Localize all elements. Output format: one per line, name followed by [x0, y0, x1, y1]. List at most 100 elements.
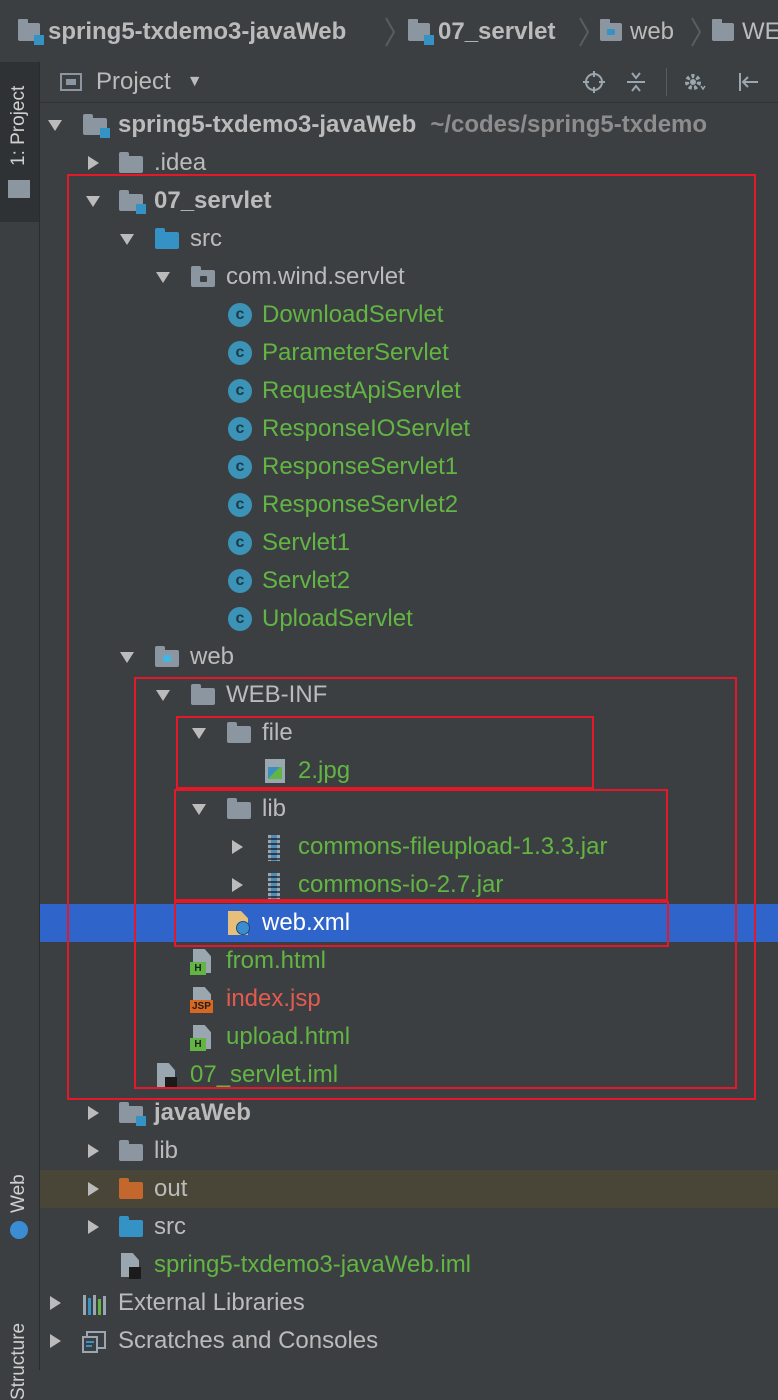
breadcrumb: spring5-txdemo3-javaWeb 07_servlet web W… [0, 0, 778, 63]
tree-item-upload-html[interactable]: H upload.html [40, 1018, 778, 1056]
excluded-folder-icon [118, 1177, 144, 1201]
html-file-icon: H [190, 1025, 216, 1051]
tree-item-label: Scratches and Consoles [118, 1327, 379, 1354]
gear-icon[interactable] [680, 68, 708, 96]
tree-item-web-inf[interactable]: WEB-INF [40, 676, 778, 714]
tree-item-from-html[interactable]: H from.html [40, 942, 778, 980]
folder-icon [118, 1139, 144, 1163]
tree-item-src[interactable]: src [40, 220, 778, 258]
class-icon: c [228, 341, 254, 365]
tree-item-class[interactable]: c Servlet2 [40, 562, 778, 600]
chevron-down-icon[interactable] [154, 268, 172, 286]
tree-item-web[interactable]: web [40, 638, 778, 676]
chevron-right-icon[interactable] [228, 876, 246, 894]
web-folder-icon [154, 645, 180, 669]
xml-file-icon [226, 911, 252, 935]
folder-icon [190, 683, 216, 707]
chevron-down-icon[interactable] [190, 800, 208, 818]
collapse-icon[interactable] [622, 68, 650, 96]
chevron-right-icon[interactable] [84, 1104, 102, 1122]
tab-structure-label: Structure [8, 1322, 29, 1400]
tree-item-lib-dir[interactable]: lib [40, 790, 778, 828]
chevron-right-icon[interactable] [46, 1294, 64, 1312]
chevron-right-icon[interactable] [84, 154, 102, 172]
breadcrumb-item-web[interactable]: web [600, 15, 674, 49]
chevron-right-icon[interactable] [84, 1180, 102, 1198]
locate-icon[interactable] [580, 68, 608, 96]
chevron-right-icon[interactable] [84, 1218, 102, 1236]
tree-item-root[interactable]: spring5-txdemo3-javaWeb ~/codes/spring5-t… [40, 106, 778, 144]
chevron-right-icon[interactable] [228, 838, 246, 856]
tree-item-web-xml[interactable]: web.xml [40, 904, 778, 942]
breadcrumb-item-07-servlet[interactable]: 07_servlet [408, 15, 555, 49]
tree-item-label: ParameterServlet [262, 339, 449, 366]
tab-structure[interactable]: Structure [0, 1282, 39, 1400]
tree-item-class[interactable]: c ResponseServlet2 [40, 486, 778, 524]
tree-item-out[interactable]: out [40, 1170, 778, 1208]
tree-item-class[interactable]: c RequestApiServlet [40, 372, 778, 410]
tree-item-class[interactable]: c ResponseServlet1 [40, 448, 778, 486]
tree-item-class[interactable]: c ResponseIOServlet [40, 410, 778, 448]
tree-item-index-jsp[interactable]: JSP index.jsp [40, 980, 778, 1018]
tree-item-label: 07_servlet [154, 187, 272, 214]
chevron-right-icon[interactable] [84, 1142, 102, 1160]
tree-item-class[interactable]: c UploadServlet [40, 600, 778, 638]
jar-icon [262, 873, 288, 899]
tree-item-label: lib [262, 795, 287, 822]
tab-project[interactable]: 1: Project [0, 62, 39, 222]
tab-web[interactable]: Web [0, 1157, 39, 1277]
tree-item-label: web.xml [262, 909, 351, 936]
chevron-right-icon[interactable] [46, 1332, 64, 1350]
chevron-down-icon[interactable] [118, 648, 136, 666]
chevron-right-icon [690, 16, 702, 48]
breadcrumb-item-web-inf[interactable]: WE [712, 15, 778, 49]
chevron-down-icon[interactable] [46, 116, 64, 134]
tree-item-jar[interactable]: commons-fileupload-1.3.3.jar [40, 828, 778, 866]
chevron-right-icon [384, 16, 396, 48]
tab-web-label: Web [8, 1174, 29, 1213]
module-folder-icon [82, 113, 110, 138]
tree-item-label: src [190, 225, 222, 252]
tree-item-external-libraries[interactable]: External Libraries [40, 1284, 778, 1322]
tree-item-label: RequestApiServlet [262, 377, 461, 404]
tree-item-src-root[interactable]: src [40, 1208, 778, 1246]
tree-item-scratches[interactable]: Scratches and Consoles [40, 1322, 778, 1360]
tree-item-class[interactable]: c DownloadServlet [40, 296, 778, 334]
tree-item-javaweb[interactable]: javaWeb [40, 1094, 778, 1132]
toolbar-divider [666, 68, 667, 96]
tree-item-label: from.html [226, 947, 327, 974]
tree-item-jpg[interactable]: 2.jpg [40, 752, 778, 790]
tree-item-servlet-iml[interactable]: 07_servlet.iml [40, 1056, 778, 1094]
chevron-down-icon[interactable] [154, 686, 172, 704]
chevron-down-icon[interactable] [118, 230, 136, 248]
project-icon [8, 180, 30, 198]
tree-item-label: External Libraries [118, 1289, 305, 1316]
hide-icon[interactable] [734, 68, 762, 96]
tree-item-class[interactable]: c ParameterServlet [40, 334, 778, 372]
web-folder-icon [600, 19, 622, 41]
tree-item-file-dir[interactable]: file [40, 714, 778, 752]
tree-item-label: Servlet2 [262, 567, 351, 594]
tree-item-jar[interactable]: commons-io-2.7.jar [40, 866, 778, 904]
tree-item-package[interactable]: com.wind.servlet [40, 258, 778, 296]
source-folder-icon [154, 227, 180, 251]
html-file-icon: H [190, 949, 216, 975]
module-folder-icon [408, 19, 434, 45]
tree-item-label: ResponseIOServlet [262, 415, 471, 442]
jsp-file-icon: JSP [190, 987, 216, 1013]
chevron-down-icon[interactable] [84, 192, 102, 210]
tree-item-lib[interactable]: lib [40, 1132, 778, 1170]
breadcrumb-item-root[interactable]: spring5-txdemo3-javaWeb [18, 15, 346, 49]
module-folder-icon [18, 19, 44, 45]
folder-icon [226, 797, 252, 821]
tree-item-idea[interactable]: .idea [40, 144, 778, 182]
tree-item-label: out [154, 1175, 188, 1202]
class-icon: c [228, 417, 254, 441]
tree-item-label: WEB-INF [226, 681, 328, 708]
tree-item-07-servlet[interactable]: 07_servlet [40, 182, 778, 220]
chevron-down-icon[interactable] [190, 724, 208, 742]
tree-item-label: javaWeb [154, 1099, 251, 1126]
tree-item-class[interactable]: c Servlet1 [40, 524, 778, 562]
project-view-selector[interactable]: Project ▼ [60, 68, 203, 96]
tree-item-root-iml[interactable]: spring5-txdemo3-javaWeb.iml [40, 1246, 778, 1284]
